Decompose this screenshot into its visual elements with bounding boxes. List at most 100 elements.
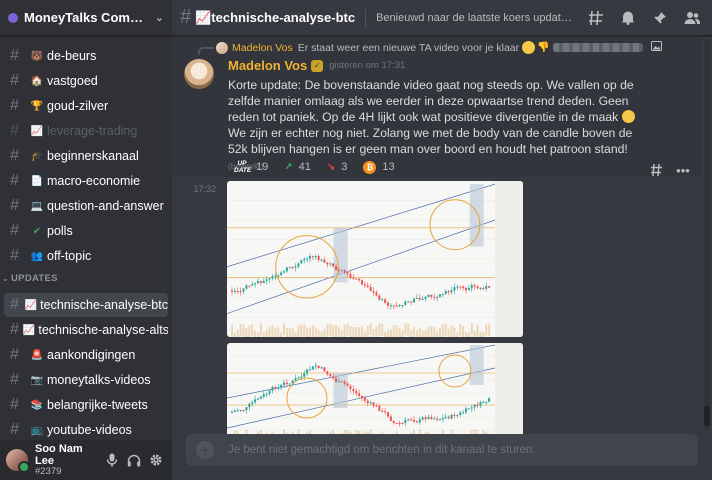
bell-icon[interactable] xyxy=(616,6,640,30)
reaction-update[interactable]: UP DATE 19 xyxy=(228,158,274,176)
trend-line xyxy=(227,367,496,429)
scrollbar[interactable] xyxy=(704,40,710,430)
threads-icon[interactable] xyxy=(584,6,608,30)
avatar[interactable] xyxy=(6,449,30,473)
sidebar-item-vastgoed[interactable]: # 🏠 vastgoed xyxy=(4,69,168,93)
candle-body xyxy=(485,401,488,403)
hash-icon: # xyxy=(10,321,19,338)
books-emoji-icon: 📚 xyxy=(30,399,44,411)
volume-bar xyxy=(473,330,476,337)
volume-bar xyxy=(430,326,433,337)
user-info[interactable]: Soo Nam Lee #2379 xyxy=(35,443,100,478)
volume-bar xyxy=(257,332,259,337)
sidebar-item-label: goud-zilver xyxy=(47,99,109,113)
candle-body xyxy=(259,281,262,284)
candle-body xyxy=(326,262,329,265)
btc-chart-image-1[interactable] xyxy=(227,181,523,337)
volume-bar xyxy=(381,323,384,336)
scrollbar-thumb[interactable] xyxy=(704,406,710,426)
reply-connector xyxy=(198,47,214,55)
volume-bar xyxy=(251,323,254,336)
sidebar-item-belangrijke-tweets[interactable]: # 📚 belangrijke-tweets xyxy=(4,393,168,417)
pin-icon[interactable] xyxy=(648,6,672,30)
volume-bar xyxy=(488,324,491,337)
btc-chart-image-2[interactable] xyxy=(227,343,523,434)
sidebar-item-beginnerskanaal[interactable]: # 🎓 beginnerskanaal xyxy=(4,144,168,168)
volume-bar xyxy=(369,323,372,336)
sidebar-item-macro-economie[interactable]: # 📄 macro-economie xyxy=(4,169,168,193)
chart-down-emoji-icon: ↘ xyxy=(326,161,336,173)
sidebar-item-de-beurs[interactable]: # 🐻 de-beurs xyxy=(4,44,168,68)
candle-body xyxy=(277,387,280,389)
author-avatar[interactable] xyxy=(184,59,214,89)
volume-bar xyxy=(271,325,274,337)
sidebar-item-leverage-trading[interactable]: # 📈 leverage-trading xyxy=(4,119,168,143)
volume-bar xyxy=(294,332,297,337)
candle-body xyxy=(381,410,384,412)
candle-body xyxy=(239,410,242,412)
reaction-chart-down[interactable]: ↘ 3 xyxy=(321,158,354,176)
candle-body xyxy=(340,381,343,383)
volume-bar xyxy=(404,323,407,336)
volume-bar xyxy=(329,323,332,336)
candle-body xyxy=(248,285,251,287)
hash-icon: # xyxy=(10,72,19,89)
reaction-bitcoin[interactable]: ₿ 13 xyxy=(357,158,400,176)
candle-body xyxy=(453,287,456,291)
volume-bar xyxy=(317,329,320,337)
reply-avatar xyxy=(216,41,228,54)
volume-bar xyxy=(274,328,277,337)
graduation-cap-emoji-icon: 🎓 xyxy=(30,150,44,162)
annotation-circle xyxy=(275,235,339,299)
candle-body xyxy=(447,291,450,293)
volume-bar xyxy=(444,323,447,336)
sidebar-item-question-and-answer[interactable]: # 💻 question-and-answer xyxy=(4,194,168,218)
sidebar-item-technische-analyse-alts[interactable]: # 📈 technische-analyse-alts xyxy=(4,318,168,342)
reaction-chart-up[interactable]: ↗ 41 xyxy=(278,158,317,176)
sidebar-item-off-topic[interactable]: # 👥 off-topic xyxy=(4,244,168,268)
candle-body xyxy=(335,378,337,382)
volume-bar xyxy=(335,324,337,337)
discord-window: MoneyTalks Communi... ⌄ # 🐻de-beurs # 🏠vast… xyxy=(0,0,712,480)
reply-reference[interactable]: Madelon Vos Er staat weer een nieuwe TA … xyxy=(198,41,662,55)
candle-body xyxy=(311,366,314,370)
candle-body xyxy=(378,295,381,300)
sidebar-item-youtube-videos[interactable]: # 📺 youtube-videos xyxy=(4,418,168,440)
chevron-down-icon[interactable]: ⌄ xyxy=(155,11,164,24)
candle-body xyxy=(488,398,491,402)
document-emoji-icon: 📄 xyxy=(30,175,44,187)
sidebar-item-moneytalks-videos[interactable]: # 📷 moneytalks-videos xyxy=(4,368,168,392)
candle-body xyxy=(300,376,303,378)
candle-body xyxy=(372,402,375,406)
message-text-part-1: Korte update: De bovenstaande video gaat… xyxy=(228,78,634,124)
volume-bar xyxy=(456,332,459,337)
create-thread-icon[interactable] xyxy=(646,161,668,179)
server-header[interactable]: MoneyTalks Communi... ⌄ xyxy=(0,0,172,36)
members-icon[interactable] xyxy=(680,6,704,30)
message-author[interactable]: Madelon Vos xyxy=(228,58,307,73)
candle-body xyxy=(436,418,439,420)
sidebar-item-label: de-beurs xyxy=(47,49,97,63)
role-badge-icon: ✓ xyxy=(311,59,324,72)
annotation-circle xyxy=(438,354,472,388)
category-updates[interactable]: ⌄ UPDATES xyxy=(2,273,58,284)
candle-body xyxy=(369,287,372,292)
sidebar-item-technische-analyse-btc[interactable]: # 📈 technische-analyse-btc xyxy=(4,293,168,317)
candle-body xyxy=(439,419,441,421)
channel-topic[interactable]: Benieuwd naar de laatste koers update? D… xyxy=(376,12,576,24)
headphones-icon[interactable] xyxy=(124,450,144,470)
sidebar-item-aankondigingen[interactable]: # 🚨 aankondigingen xyxy=(4,343,168,367)
candle-body xyxy=(410,419,413,421)
sidebar-item-goud-zilver[interactable]: # 🏆 goud-zilver xyxy=(4,94,168,118)
volume-bar xyxy=(346,323,349,336)
volume-bar xyxy=(462,326,465,337)
more-options-icon[interactable]: ••• xyxy=(672,161,694,179)
candle-body xyxy=(346,383,349,386)
sidebar-item-polls[interactable]: # ✔ polls xyxy=(4,219,168,243)
sidebar-item-label: beginnerskanaal xyxy=(47,149,139,163)
microphone-icon[interactable] xyxy=(102,450,122,470)
candle-body xyxy=(369,402,372,404)
gear-icon[interactable] xyxy=(146,450,166,470)
tv-emoji-icon: 📺 xyxy=(30,424,44,436)
candle-body xyxy=(427,294,430,297)
